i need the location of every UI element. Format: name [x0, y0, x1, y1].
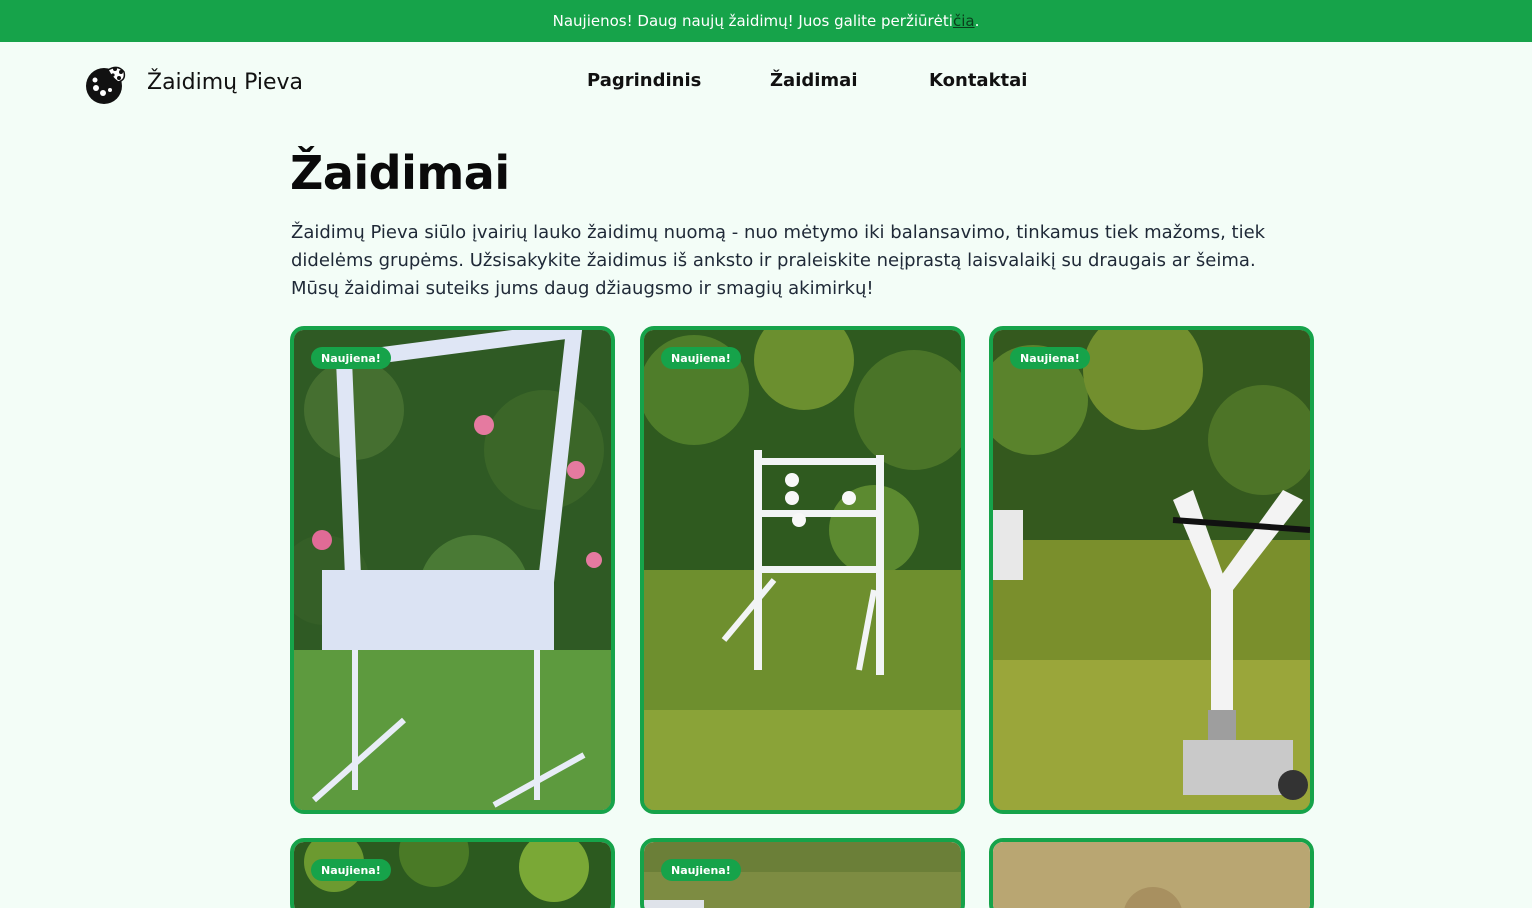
game-photo — [993, 842, 1310, 908]
announcement-text: Naujienos! Daug naujų žaidimų! Juos gali… — [552, 12, 953, 30]
game-card[interactable]: Naujiena! — [290, 838, 615, 908]
nav-zaidimai[interactable]: Žaidimai — [770, 70, 858, 91]
brand-name[interactable]: Žaidimų Pieva — [147, 70, 303, 95]
new-badge: Naujiena! — [1010, 347, 1090, 369]
announcement-suffix: . — [974, 12, 980, 30]
new-badge: Naujiena! — [661, 347, 741, 369]
game-card[interactable]: Naujiena! — [989, 326, 1314, 814]
game-card[interactable]: Naujiena! — [290, 326, 615, 814]
intro-text: Žaidimų Pieva siūlo įvairių lauko žaidim… — [291, 222, 1266, 299]
new-badge: Naujiena! — [311, 347, 391, 369]
site-header: Žaidimų Pieva Pagrindinis Žaidimai Konta… — [0, 42, 1532, 124]
announcement-bar: Naujienos! Daug naujų žaidimų! Juos gali… — [0, 0, 1532, 42]
game-photo — [993, 330, 1310, 810]
new-badge: Naujiena! — [661, 859, 741, 881]
announcement-link[interactable]: čia — [953, 12, 975, 30]
page-title: Žaidimai — [290, 146, 510, 200]
game-card[interactable]: Naujiena! — [640, 326, 965, 814]
game-photo — [644, 330, 961, 810]
game-card[interactable] — [989, 838, 1314, 908]
new-badge: Naujiena! — [311, 859, 391, 881]
nav-pagrindinis[interactable]: Pagrindinis — [587, 70, 701, 91]
nav-kontaktai[interactable]: Kontaktai — [929, 70, 1027, 91]
ball-icon[interactable] — [84, 60, 128, 106]
game-photo — [294, 330, 611, 810]
game-card[interactable]: Naujiena! — [640, 838, 965, 908]
